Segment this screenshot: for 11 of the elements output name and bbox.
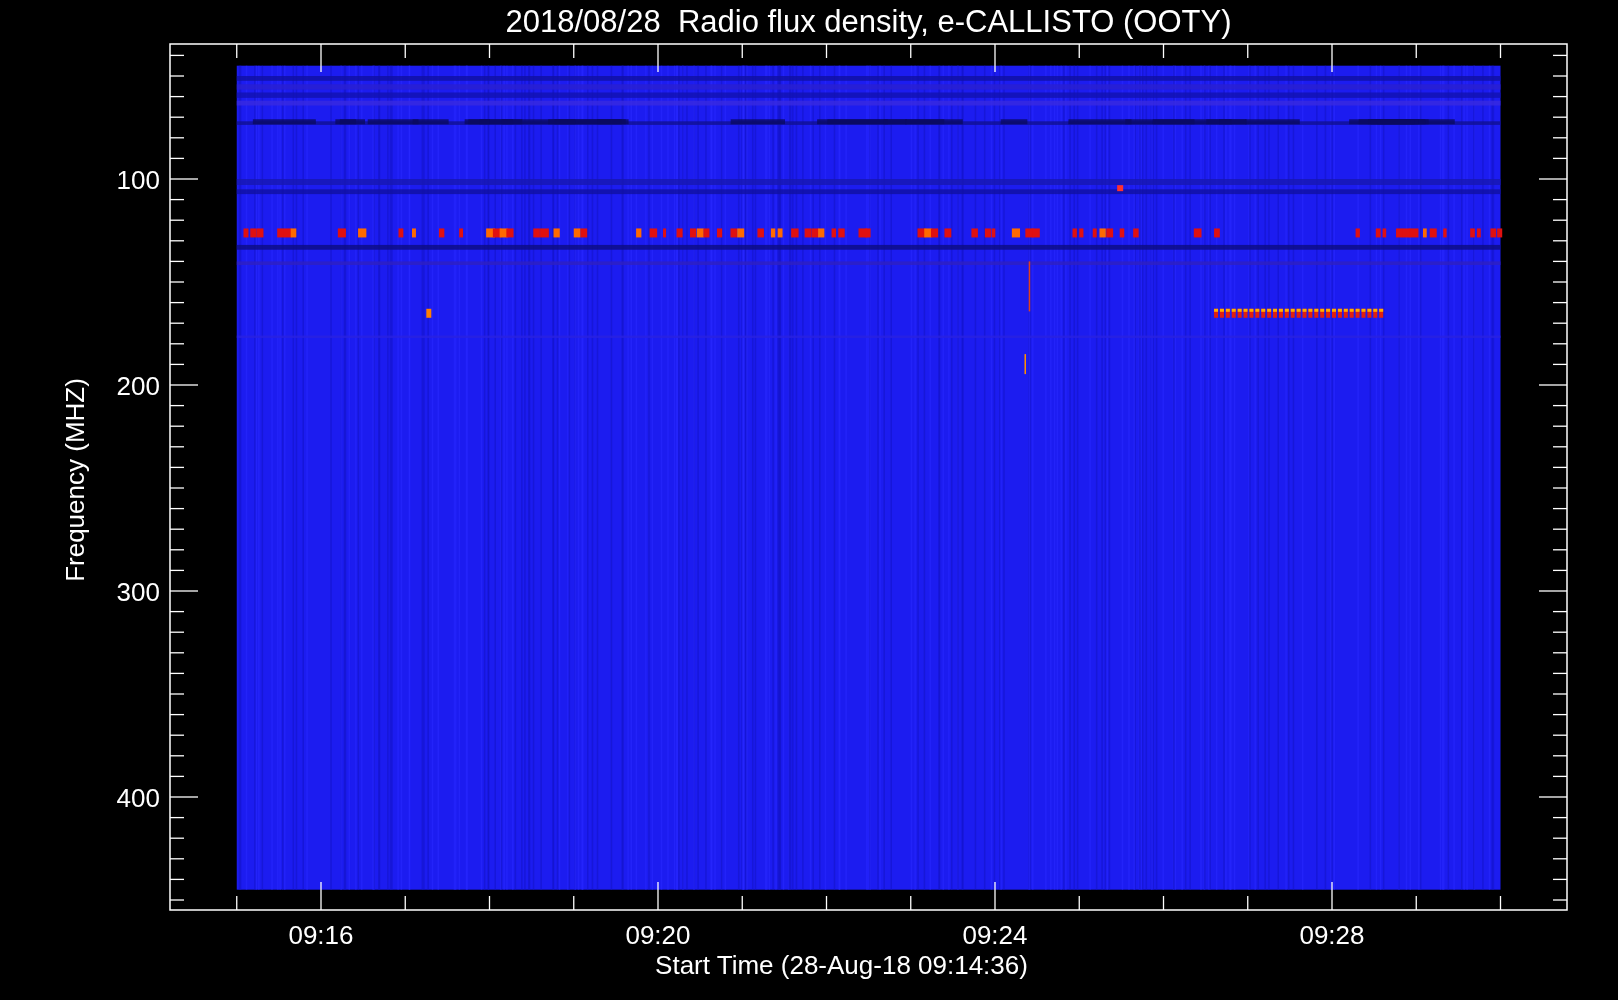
axis-tick-label: 400	[116, 783, 160, 813]
chart-title: 2018/08/28 Radio flux density, e-CALLISTO (OOTY)	[505, 4, 1232, 39]
axis-tick-label: 300	[116, 577, 160, 607]
axis-tick-label: 09:20	[625, 920, 691, 950]
axis-tick-label: 100	[116, 165, 160, 195]
axis-tick-label: 200	[116, 371, 160, 401]
axis-tick-label: 09:28	[1299, 920, 1365, 950]
axis-title: Start Time (28-Aug-18 09:14:36)	[655, 950, 1028, 980]
axis-tick-label: 09:16	[288, 920, 354, 950]
axis-tick-label: 09:24	[962, 920, 1028, 950]
axis-title: Frequency (MHZ)	[60, 378, 90, 582]
